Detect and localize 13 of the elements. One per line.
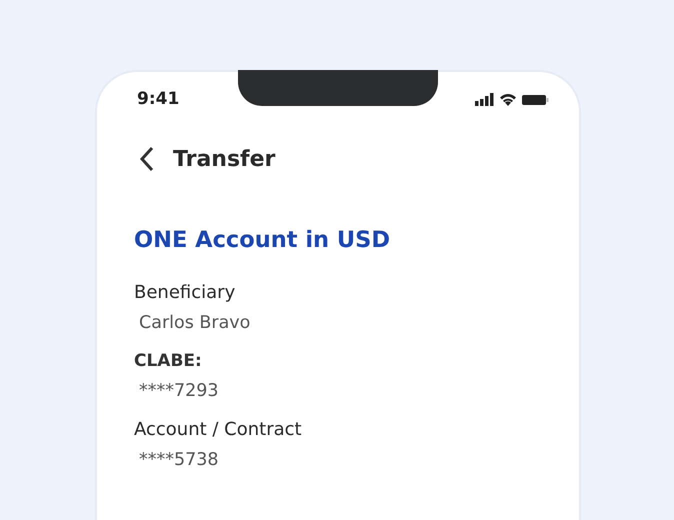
wifi-icon: [499, 93, 517, 106]
signal-icon: [475, 93, 495, 106]
field-label: Account / Contract: [134, 418, 303, 442]
back-icon[interactable]: [139, 146, 155, 172]
field-label: CLABE:: [134, 350, 203, 372]
field-value: Carlos Bravo: [138, 312, 252, 336]
status-time: 9:41: [137, 88, 180, 111]
field-label: Beneficiary: [134, 281, 236, 306]
account-title: ONE Account in USD: [134, 226, 392, 254]
page-title: Transfer: [173, 146, 276, 174]
battery-icon: [521, 94, 549, 106]
field-value: ****7293: [138, 380, 220, 403]
field-value: ****5738: [138, 449, 220, 472]
